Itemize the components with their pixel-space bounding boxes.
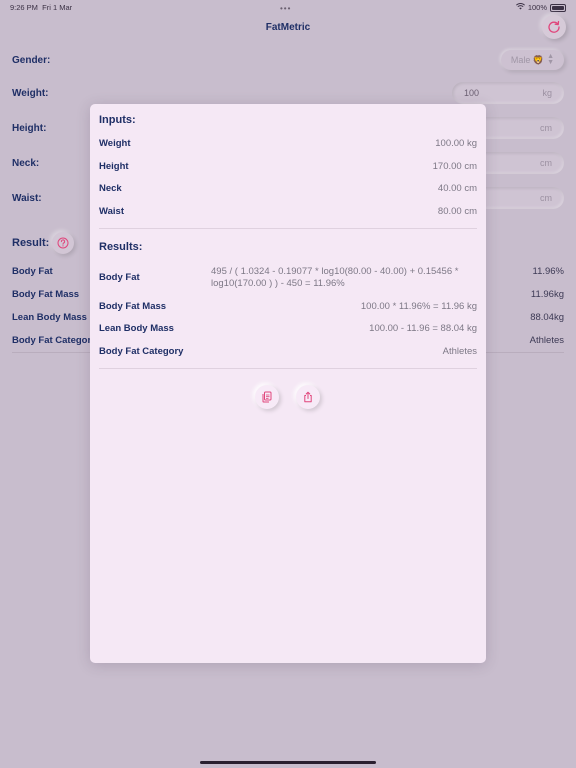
share-icon: [304, 391, 312, 403]
modal-divider: [99, 228, 477, 229]
modal-divider: [99, 368, 477, 369]
details-modal: Inputs: Weight 100.00 kg Height 170.00 c…: [90, 104, 486, 663]
refresh-button[interactable]: [542, 15, 566, 39]
weight-value: 100: [464, 88, 480, 98]
result-row-body-fat-category: Body Fat Category Athletes: [99, 346, 477, 357]
weight-unit: kg: [542, 88, 552, 98]
battery-icon: [550, 3, 566, 12]
neck-unit: cm: [540, 158, 552, 168]
weight-label: Weight:: [12, 88, 49, 99]
multitasking-dots-icon[interactable]: •••: [280, 4, 291, 13]
wifi-icon: [515, 3, 525, 12]
question-circle-icon: [57, 237, 69, 249]
gender-value: Male 🦁: [510, 54, 545, 65]
input-row-weight: Weight 100.00 kg: [99, 138, 477, 149]
input-row-waist: Waist 80.00 cm: [99, 206, 477, 217]
home-indicator[interactable]: [200, 761, 376, 764]
inputs-heading: Inputs:: [99, 114, 136, 126]
app-title: FatMetric: [265, 22, 311, 33]
refresh-icon: [548, 20, 560, 33]
neck-label: Neck:: [12, 158, 40, 169]
waist-label: Waist:: [12, 193, 42, 204]
result-row-lean-body-mass-formula: Lean Body Mass 100.00 - 11.96 = 88.04 kg: [99, 323, 477, 334]
gender-select[interactable]: Male 🦁 ▲ ▼: [500, 50, 564, 70]
result-row-body-fat-formula: Body Fat 495 / ( 1.0324 - 0.19077 * log1…: [99, 266, 459, 289]
height-label: Height:: [12, 123, 47, 134]
help-button[interactable]: [52, 232, 74, 254]
chevron-updown-icon: ▲ ▼: [547, 53, 554, 66]
input-row-neck: Neck 40.00 cm: [99, 183, 477, 194]
height-unit: cm: [540, 123, 552, 133]
copy-icon: [262, 391, 272, 403]
copy-button[interactable]: [255, 385, 279, 409]
status-bar: 9:26 PM Fri 1 Mar ••• 100%: [0, 0, 576, 14]
result-row-body-fat-mass-formula: Body Fat Mass 100.00 * 11.96% = 11.96 kg: [99, 301, 477, 312]
gender-label: Gender:: [12, 55, 51, 66]
weight-input[interactable]: 100 kg: [452, 82, 564, 104]
results-heading: Results:: [99, 241, 143, 253]
status-indicators: 100%: [515, 3, 566, 12]
waist-unit: cm: [540, 193, 552, 203]
input-row-height: Height 170.00 cm: [99, 161, 477, 172]
status-time: 9:26 PM Fri 1 Mar: [10, 3, 73, 12]
result-heading: Result:: [12, 237, 50, 249]
share-button[interactable]: [296, 385, 320, 409]
battery-percent: 100%: [527, 3, 547, 12]
